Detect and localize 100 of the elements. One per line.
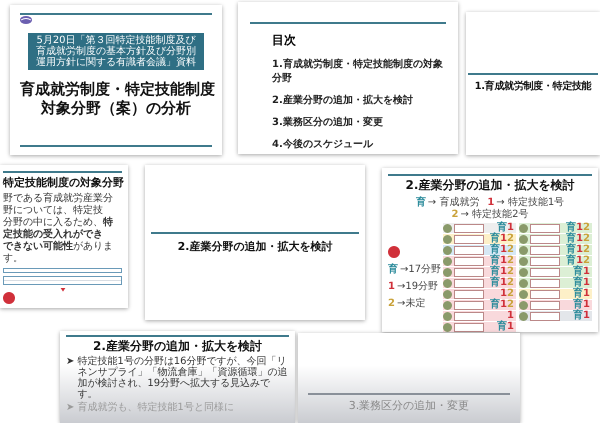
slide-title: 2.産業分野の追加・拡大を検討 [92,339,263,354]
label-box [454,224,484,232]
slide-title: 対象分野（案）の分析 [40,99,192,118]
toc-heading: 目次 [272,32,297,49]
category-mark: 2 [583,256,590,266]
point-badge-icon [3,292,15,304]
category-mark: 育 [566,234,576,244]
category-mark: 2 [507,289,514,299]
label-box [530,234,560,244]
category-mark: 2 [507,278,514,288]
label-box [530,300,560,310]
category-mark: 1 [500,278,508,288]
section-slide[interactable]: 2.産業分野の追加・拡大を検討 [145,165,365,320]
category-mark: 育 [490,234,500,244]
category-mark: 2 [583,223,590,233]
label-box [530,268,560,276]
slide-title: 特定技能制度の対象分野 [3,176,122,190]
label-box [454,290,484,298]
label-box [530,312,560,320]
label-box [530,278,560,288]
category-mark: 1 [583,267,590,277]
body-text: できない可能性があります。 [3,240,114,265]
category-mark: 育 [573,267,584,277]
category-mark: 育 [416,198,426,208]
slide-title: 2.産業分野の追加・拡大を検討 [176,240,334,254]
label-box [530,290,560,298]
body-text: 野である育成就労産業分野については、特定技 [3,192,114,216]
category-mark: 育 [566,256,576,266]
category-mark: 育 [490,245,500,255]
category-mark: 育 [566,223,576,233]
summary-label: →17分野 [400,264,442,275]
summary-label: →未定 [396,298,426,309]
toc-item: 4.今後のスケジュール [272,138,374,151]
slide-title: 3.業務区分の追加・変更 [348,399,470,413]
point-badge-icon [388,246,400,258]
body-text: 分野の中に入るため、特定技能の受入れができ [3,216,114,240]
category-mark: 1 [576,223,584,233]
category-mark: 育 [490,256,500,266]
category-mark: 2 [507,234,514,244]
summary-label: →19分野 [396,281,438,292]
category-mark: 育 [497,223,508,233]
category-mark: 2 [507,256,514,266]
label-box [454,300,484,310]
category-mark: 育 [388,264,398,274]
category-mark: 2 [507,245,514,255]
bullet-text: 育成就労も、特定技能1号と同様に [77,402,234,413]
toc-item: 2.産業分野の追加・拡大を検討 [272,93,414,107]
category-mark: 2 [583,245,590,255]
category-mark: 1 [500,234,508,244]
bullet-text: 特定技能1号の分野は16分野ですが、今回「リネンサプライ」「物流倉庫」「資源循環」の追加が検討され、19分野へ拡大する見込みです。 [77,356,288,400]
category-mark: 1 [576,256,584,266]
label-box [454,256,484,266]
chart-slide[interactable]: 2.産業分野の追加・拡大を検討 育 → 育成就労 1 → 特定技能1号 2 → 特定技能2号 育 →17分野 1 →19分野 2 →未定 育1 育12 育12 育12 育12 育12 12 育12 1 育1 育12 育12 育12 育12 育1 育1 育1 育1 育1 [382,168,598,332]
category-mark: 1 [583,278,590,288]
category-mark: 2 [388,298,395,308]
label-box [454,268,484,276]
category-mark: 育 [490,278,500,288]
category-mark: 2 [583,234,590,244]
category-mark: 1 [500,245,508,255]
slide-title: 1.育成就労制度・特定技能 [474,81,592,94]
bullet-marker: ➤ [66,402,74,413]
legend-label: → 育成就労 [428,197,480,208]
category-mark: 育 [497,322,508,332]
toc-slide[interactable]: 目次 1.育成就労制度・特定技能制度の対象分野 2.産業分野の追加・拡大を検討 3.業務区分の追加・変更 4.今後のスケジュール [238,2,458,154]
subtitle-banner: 5月20日「第３回特定技能制度及び育成就労制度の基本方針及び分野別運用方針に関する有識者会議」資料 [28,33,204,70]
text-slide[interactable]: 特定技能制度の対象分野 野である育成就労産業分野については、特定技 分野の中に入るため、特定技能の受入れができ できない可能性があります。 [0,165,128,308]
label-box [454,234,484,244]
bullet-slide[interactable]: 2.産業分野の追加・拡大を検討 ➤ 特定技能1号の分野は16分野ですが、今回「リネンサプライ」「物流倉庫」「資源循環」の追加が検討され、19分野へ拡大する見込みです。 ➤ 育成就労も、特定技能1号と同様に [60,331,295,423]
down-triangle-icon [58,288,66,292]
category-mark: 2 [507,267,514,277]
category-mark: 2 [452,210,459,220]
category-mark: 1 [487,198,494,208]
section-slide[interactable]: 1.育成就労制度・特定技能 [466,12,600,155]
label-box [454,278,484,288]
category-mark: 1 [388,282,395,292]
category-mark: 1 [507,311,514,321]
title-slide[interactable]: 5月20日「第３回特定技能制度及び育成就労制度の基本方針及び分野別運用方針に関する有識者会議」資料 育成就労制度・特定技能制度 対象分野（案）の分析 [10,5,222,155]
category-mark: 1 [576,245,584,255]
category-mark: 育 [573,300,584,310]
label-box [530,256,560,266]
category-mark: 1 [507,322,514,332]
toc-item: 1.育成就労制度・特定技能制度の対象分野 [272,57,444,85]
logo-icon [20,15,32,25]
category-mark: 1 [583,311,590,321]
category-mark: 1 [576,234,584,244]
category-mark: 1 [500,267,508,277]
label-box [530,246,560,254]
bullet-marker: ➤ [66,356,74,369]
slide-title: 2.産業分野の追加・拡大を検討 [404,178,576,193]
label-box [454,312,484,320]
toc-item: 3.業務区分の追加・変更 [272,115,384,129]
category-mark: 1 [583,300,590,310]
category-mark: 1 [500,289,508,299]
category-mark: 1 [500,300,508,310]
label-box [530,224,560,232]
category-mark: 育 [573,289,584,299]
label-box [454,246,484,254]
category-mark: 2 [507,300,514,310]
category-mark: 1 [507,223,514,233]
legend-label: → 特定技能1号 [496,197,564,208]
